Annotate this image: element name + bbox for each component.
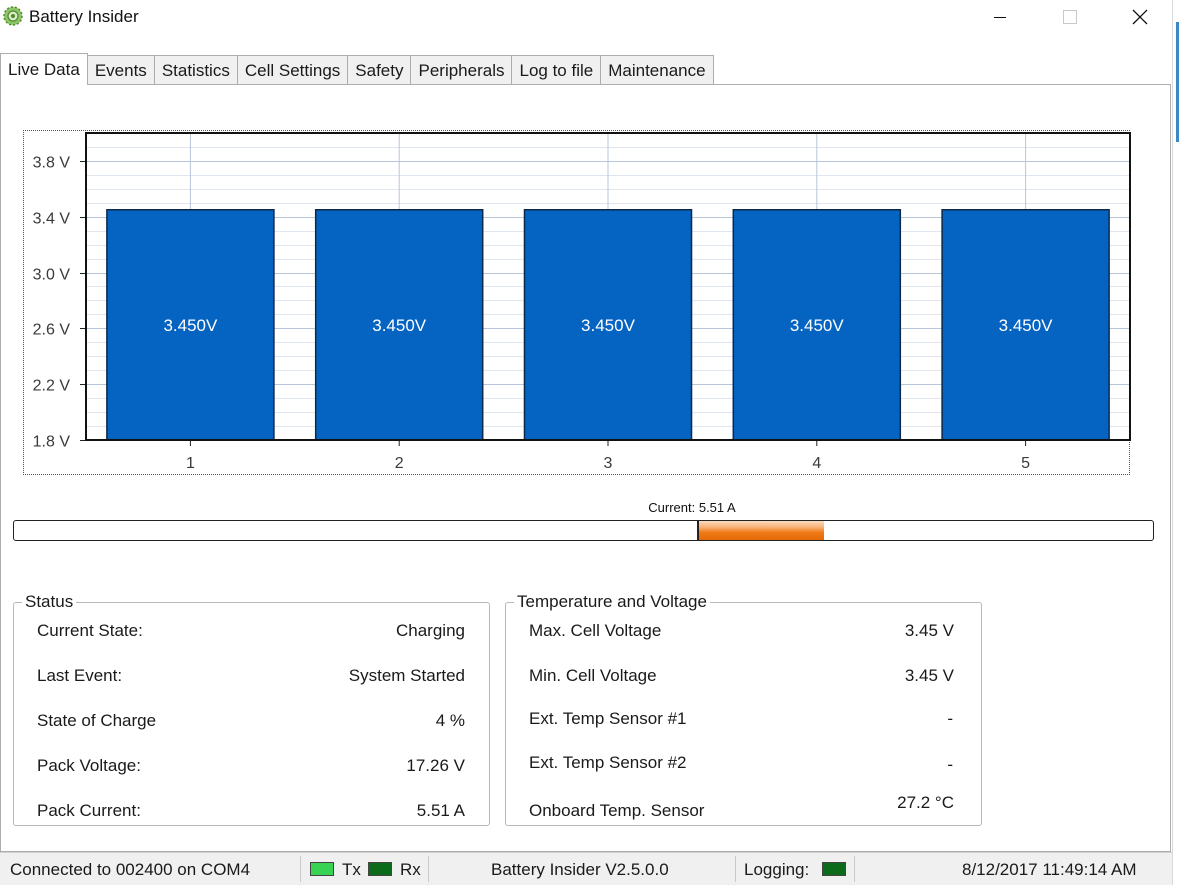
status-separator xyxy=(428,856,429,882)
version-label: Battery Insider V2.5.0.0 xyxy=(491,860,669,879)
row-value: 4 % xyxy=(435,711,465,730)
rx-indicator xyxy=(368,862,392,876)
row-value: 17.26 V xyxy=(406,756,465,775)
row-label: Ext. Temp Sensor #2 xyxy=(529,753,687,772)
status-group-title: Status xyxy=(22,592,77,612)
bar-value-label: 3.450V xyxy=(581,316,636,335)
row-value: Charging xyxy=(396,621,465,640)
x-tick-label: 1 xyxy=(186,455,195,472)
status-row-last-event: Last Event: System Started xyxy=(14,666,489,688)
x-tick-label: 2 xyxy=(395,455,404,472)
temperature-voltage-group: Temperature and Voltage Max. Cell Voltag… xyxy=(505,592,982,826)
bar-value-label: 3.450V xyxy=(790,316,845,335)
current-gauge xyxy=(13,520,1154,541)
bar-value-label: 3.450V xyxy=(163,316,218,335)
tv-row-onboard-temp: Onboard Temp. Sensor 27.2 °C xyxy=(506,793,981,823)
y-tick-label: 3.0 V xyxy=(33,267,71,284)
row-label: Ext. Temp Sensor #1 xyxy=(529,709,687,728)
y-tick-label: 2.6 V xyxy=(33,322,71,339)
temperature-voltage-group-title: Temperature and Voltage xyxy=(514,592,710,612)
y-tick-label: 1.8 V xyxy=(33,434,71,451)
row-value: System Started xyxy=(348,666,465,685)
bar-value-label: 3.450V xyxy=(372,316,427,335)
row-label: Pack Voltage: xyxy=(37,756,141,775)
row-value: - xyxy=(947,755,953,774)
y-tick-label: 2.2 V xyxy=(33,378,71,395)
tv-row-max-cell-voltage: Max. Cell Voltage 3.45 V xyxy=(506,621,981,643)
row-label: State of Charge xyxy=(37,711,157,730)
status-row-pack-voltage: Pack Voltage: 17.26 V xyxy=(14,756,489,778)
row-value: 3.45 V xyxy=(904,666,954,685)
status-row-current-state: Current State: Charging xyxy=(14,621,489,643)
status-bar: Connected to 002400 on COM4 Tx Rx Batter… xyxy=(0,852,1172,885)
row-label: Last Event: xyxy=(37,666,123,685)
x-tick-label: 5 xyxy=(1021,455,1030,472)
row-label: Current State: xyxy=(37,621,143,640)
y-tick-label: 3.8 V xyxy=(33,155,71,172)
tv-row-ext-temp-2: Ext. Temp Sensor #2 - xyxy=(506,753,981,775)
row-value: - xyxy=(947,709,953,728)
cell-voltage-chart: 1.8 V 2.2 V 2.6 V 3.0 V 3.4 V 3.8 V 3.450V 1 3.4… xyxy=(33,132,1131,472)
datetime-label: 8/12/2017 11:49:14 AM xyxy=(962,860,1137,879)
tv-row-ext-temp-1: Ext. Temp Sensor #1 - xyxy=(506,709,981,731)
row-value: 5.51 A xyxy=(416,801,465,820)
rx-label: Rx xyxy=(400,860,421,879)
row-label: Min. Cell Voltage xyxy=(529,666,657,685)
status-group: Status Current State: Charging Last Even… xyxy=(13,592,490,826)
status-separator xyxy=(735,856,736,882)
x-tick-label: 3 xyxy=(604,455,613,472)
row-value: 27.2 °C xyxy=(897,793,954,812)
status-separator xyxy=(300,856,301,882)
row-value: 3.45 V xyxy=(904,621,954,640)
current-gauge-fill xyxy=(699,521,824,540)
bar-value-label: 3.450V xyxy=(999,316,1054,335)
tx-label: Tx xyxy=(342,860,361,879)
logging-label: Logging: xyxy=(744,860,810,879)
tx-indicator xyxy=(310,862,334,876)
status-row-pack-current: Pack Current: 5.51 A xyxy=(14,801,489,823)
row-label: Pack Current: xyxy=(37,801,141,820)
tv-row-min-cell-voltage: Min. Cell Voltage 3.45 V xyxy=(506,666,981,688)
status-row-state-of-charge: State of Charge 4 % xyxy=(14,711,489,733)
tab-live-data[interactable]: Live Data xyxy=(0,53,88,85)
status-separator xyxy=(854,856,855,882)
y-tick-label: 3.4 V xyxy=(33,211,71,228)
row-label: Onboard Temp. Sensor xyxy=(529,801,705,820)
current-label: Current: 5.51 A xyxy=(648,500,736,515)
logging-indicator xyxy=(822,862,846,876)
connection-status: Connected to 002400 on COM4 xyxy=(10,860,251,879)
x-tick-label: 4 xyxy=(812,455,821,472)
row-label: Max. Cell Voltage xyxy=(529,621,662,640)
